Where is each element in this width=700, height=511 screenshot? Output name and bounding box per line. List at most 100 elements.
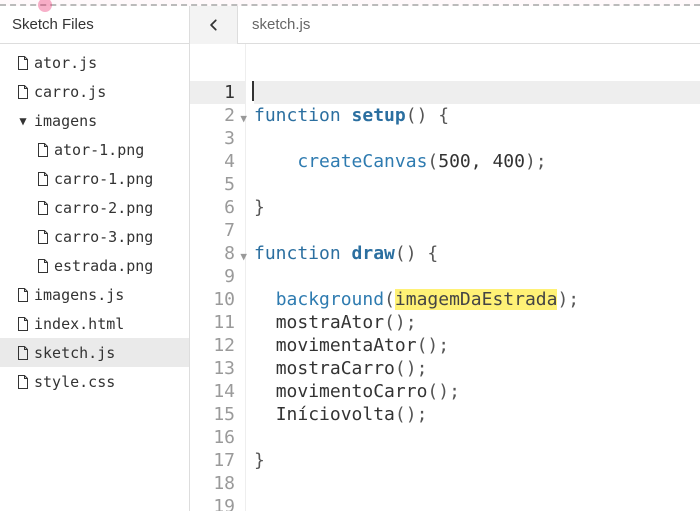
code-token: } (254, 450, 265, 471)
file-item[interactable]: sketch.js (0, 338, 189, 367)
folder-item[interactable]: ▼imagens (0, 106, 189, 135)
code-token: movimentaAtor (276, 335, 417, 356)
file-icon (34, 230, 52, 244)
code-token (254, 404, 276, 425)
file-item[interactable]: carro-2.png (0, 193, 189, 222)
file-item[interactable]: carro.js (0, 77, 189, 106)
code-token: movimentoCarro (276, 381, 428, 402)
file-tree: ator.js carro.js ▼imagens ator-1.png carro-1… (0, 44, 189, 400)
tree-item-label: imagens.js (32, 286, 124, 304)
code-token: function (254, 243, 352, 264)
code-token: () { (406, 105, 449, 126)
code-token: ( (427, 151, 438, 172)
code-token: mostraCarro (276, 358, 395, 379)
tree-item-label: carro-2.png (52, 199, 153, 217)
file-item[interactable]: style.css (0, 367, 189, 396)
code-token: createCanvas (297, 151, 427, 172)
code-token (254, 335, 276, 356)
line-number: 4 (190, 150, 245, 173)
code-token: (); (395, 358, 428, 379)
back-button[interactable] (190, 6, 238, 44)
code-line[interactable]: movimentoCarro(); (254, 380, 700, 403)
code-token: ( (384, 289, 395, 310)
file-item[interactable]: index.html (0, 309, 189, 338)
code-content[interactable]: function setup() { createCanvas(500, 400… (246, 44, 700, 511)
line-number: 17 (190, 449, 245, 472)
code-token: (); (384, 312, 417, 333)
file-item[interactable]: carro-3.png (0, 222, 189, 251)
sidebar-title: Sketch Files (0, 6, 189, 44)
tree-item-label: carro-1.png (52, 170, 153, 188)
code-token: } (254, 197, 265, 218)
tree-item-label: style.css (32, 373, 115, 391)
code-line[interactable]: mostraAtor(); (254, 311, 700, 334)
code-line[interactable]: createCanvas(500, 400); (254, 150, 700, 173)
code-line[interactable]: } (254, 196, 700, 219)
tree-item-label: carro.js (32, 83, 106, 101)
tree-item-label: carro-3.png (52, 228, 153, 246)
code-token (254, 312, 276, 333)
code-token: ); (557, 289, 579, 310)
editor-pane: sketch.js 12▼345678▼91011121314151617181… (190, 6, 700, 511)
code-line[interactable] (254, 495, 700, 511)
code-token (254, 289, 276, 310)
line-number: 6 (190, 196, 245, 219)
file-item[interactable]: carro-1.png (0, 164, 189, 193)
chevron-left-icon (207, 18, 221, 32)
file-icon (14, 346, 32, 360)
line-number: 12 (190, 334, 245, 357)
code-token: (); (427, 381, 460, 402)
code-line[interactable] (254, 127, 700, 150)
file-item[interactable]: ator.js (0, 48, 189, 77)
tree-item-label: index.html (32, 315, 124, 333)
line-number: 10 (190, 288, 245, 311)
code-line[interactable]: Iníciovolta(); (254, 403, 700, 426)
file-icon (34, 201, 52, 215)
code-line[interactable] (254, 472, 700, 495)
code-token (254, 151, 297, 172)
code-token: Iníciovolta (276, 404, 395, 425)
line-number: 1 (190, 81, 245, 104)
line-number: 5 (190, 173, 245, 196)
line-number: 19 (190, 495, 245, 511)
code-token: (); (395, 404, 428, 425)
tree-item-label: ator-1.png (52, 141, 144, 159)
code-token: mostraAtor (276, 312, 384, 333)
code-line[interactable]: function setup() { (254, 104, 700, 127)
file-item[interactable]: ator-1.png (0, 135, 189, 164)
tree-item-label: estrada.png (52, 257, 153, 275)
code-line[interactable] (254, 219, 700, 242)
code-editor[interactable]: 12▼345678▼910111213141516171819 function… (190, 44, 700, 511)
code-token: imagemDaEstrada (395, 289, 558, 310)
file-icon (14, 375, 32, 389)
folder-caret-icon: ▼ (14, 115, 32, 127)
line-number: 2▼ (190, 104, 245, 127)
code-line[interactable]: background(imagemDaEstrada); (254, 288, 700, 311)
code-token: , (471, 151, 493, 172)
line-number-gutter: 12▼345678▼910111213141516171819 (190, 44, 246, 511)
tree-item-label: sketch.js (32, 344, 115, 362)
code-line[interactable]: function draw() { (254, 242, 700, 265)
file-icon (14, 85, 32, 99)
code-line[interactable] (254, 81, 700, 104)
file-icon (14, 56, 32, 70)
file-sidebar: Sketch Files ator.jscarro.js▼imagensator… (0, 6, 190, 511)
tree-item-label: imagens (32, 112, 97, 130)
code-token: setup (352, 105, 406, 126)
code-line[interactable]: movimentaAtor(); (254, 334, 700, 357)
code-token (254, 358, 276, 379)
code-line[interactable] (254, 265, 700, 288)
code-line[interactable]: } (254, 449, 700, 472)
code-token: ); (525, 151, 547, 172)
line-number: 15 (190, 403, 245, 426)
code-line[interactable] (254, 173, 700, 196)
file-item[interactable]: imagens.js (0, 280, 189, 309)
line-number: 18 (190, 472, 245, 495)
code-token: () { (395, 243, 438, 264)
line-number: 7 (190, 219, 245, 242)
code-line[interactable] (254, 426, 700, 449)
line-number: 14 (190, 380, 245, 403)
file-item[interactable]: estrada.png (0, 251, 189, 280)
code-line[interactable]: mostraCarro(); (254, 357, 700, 380)
code-token: (); (417, 335, 450, 356)
